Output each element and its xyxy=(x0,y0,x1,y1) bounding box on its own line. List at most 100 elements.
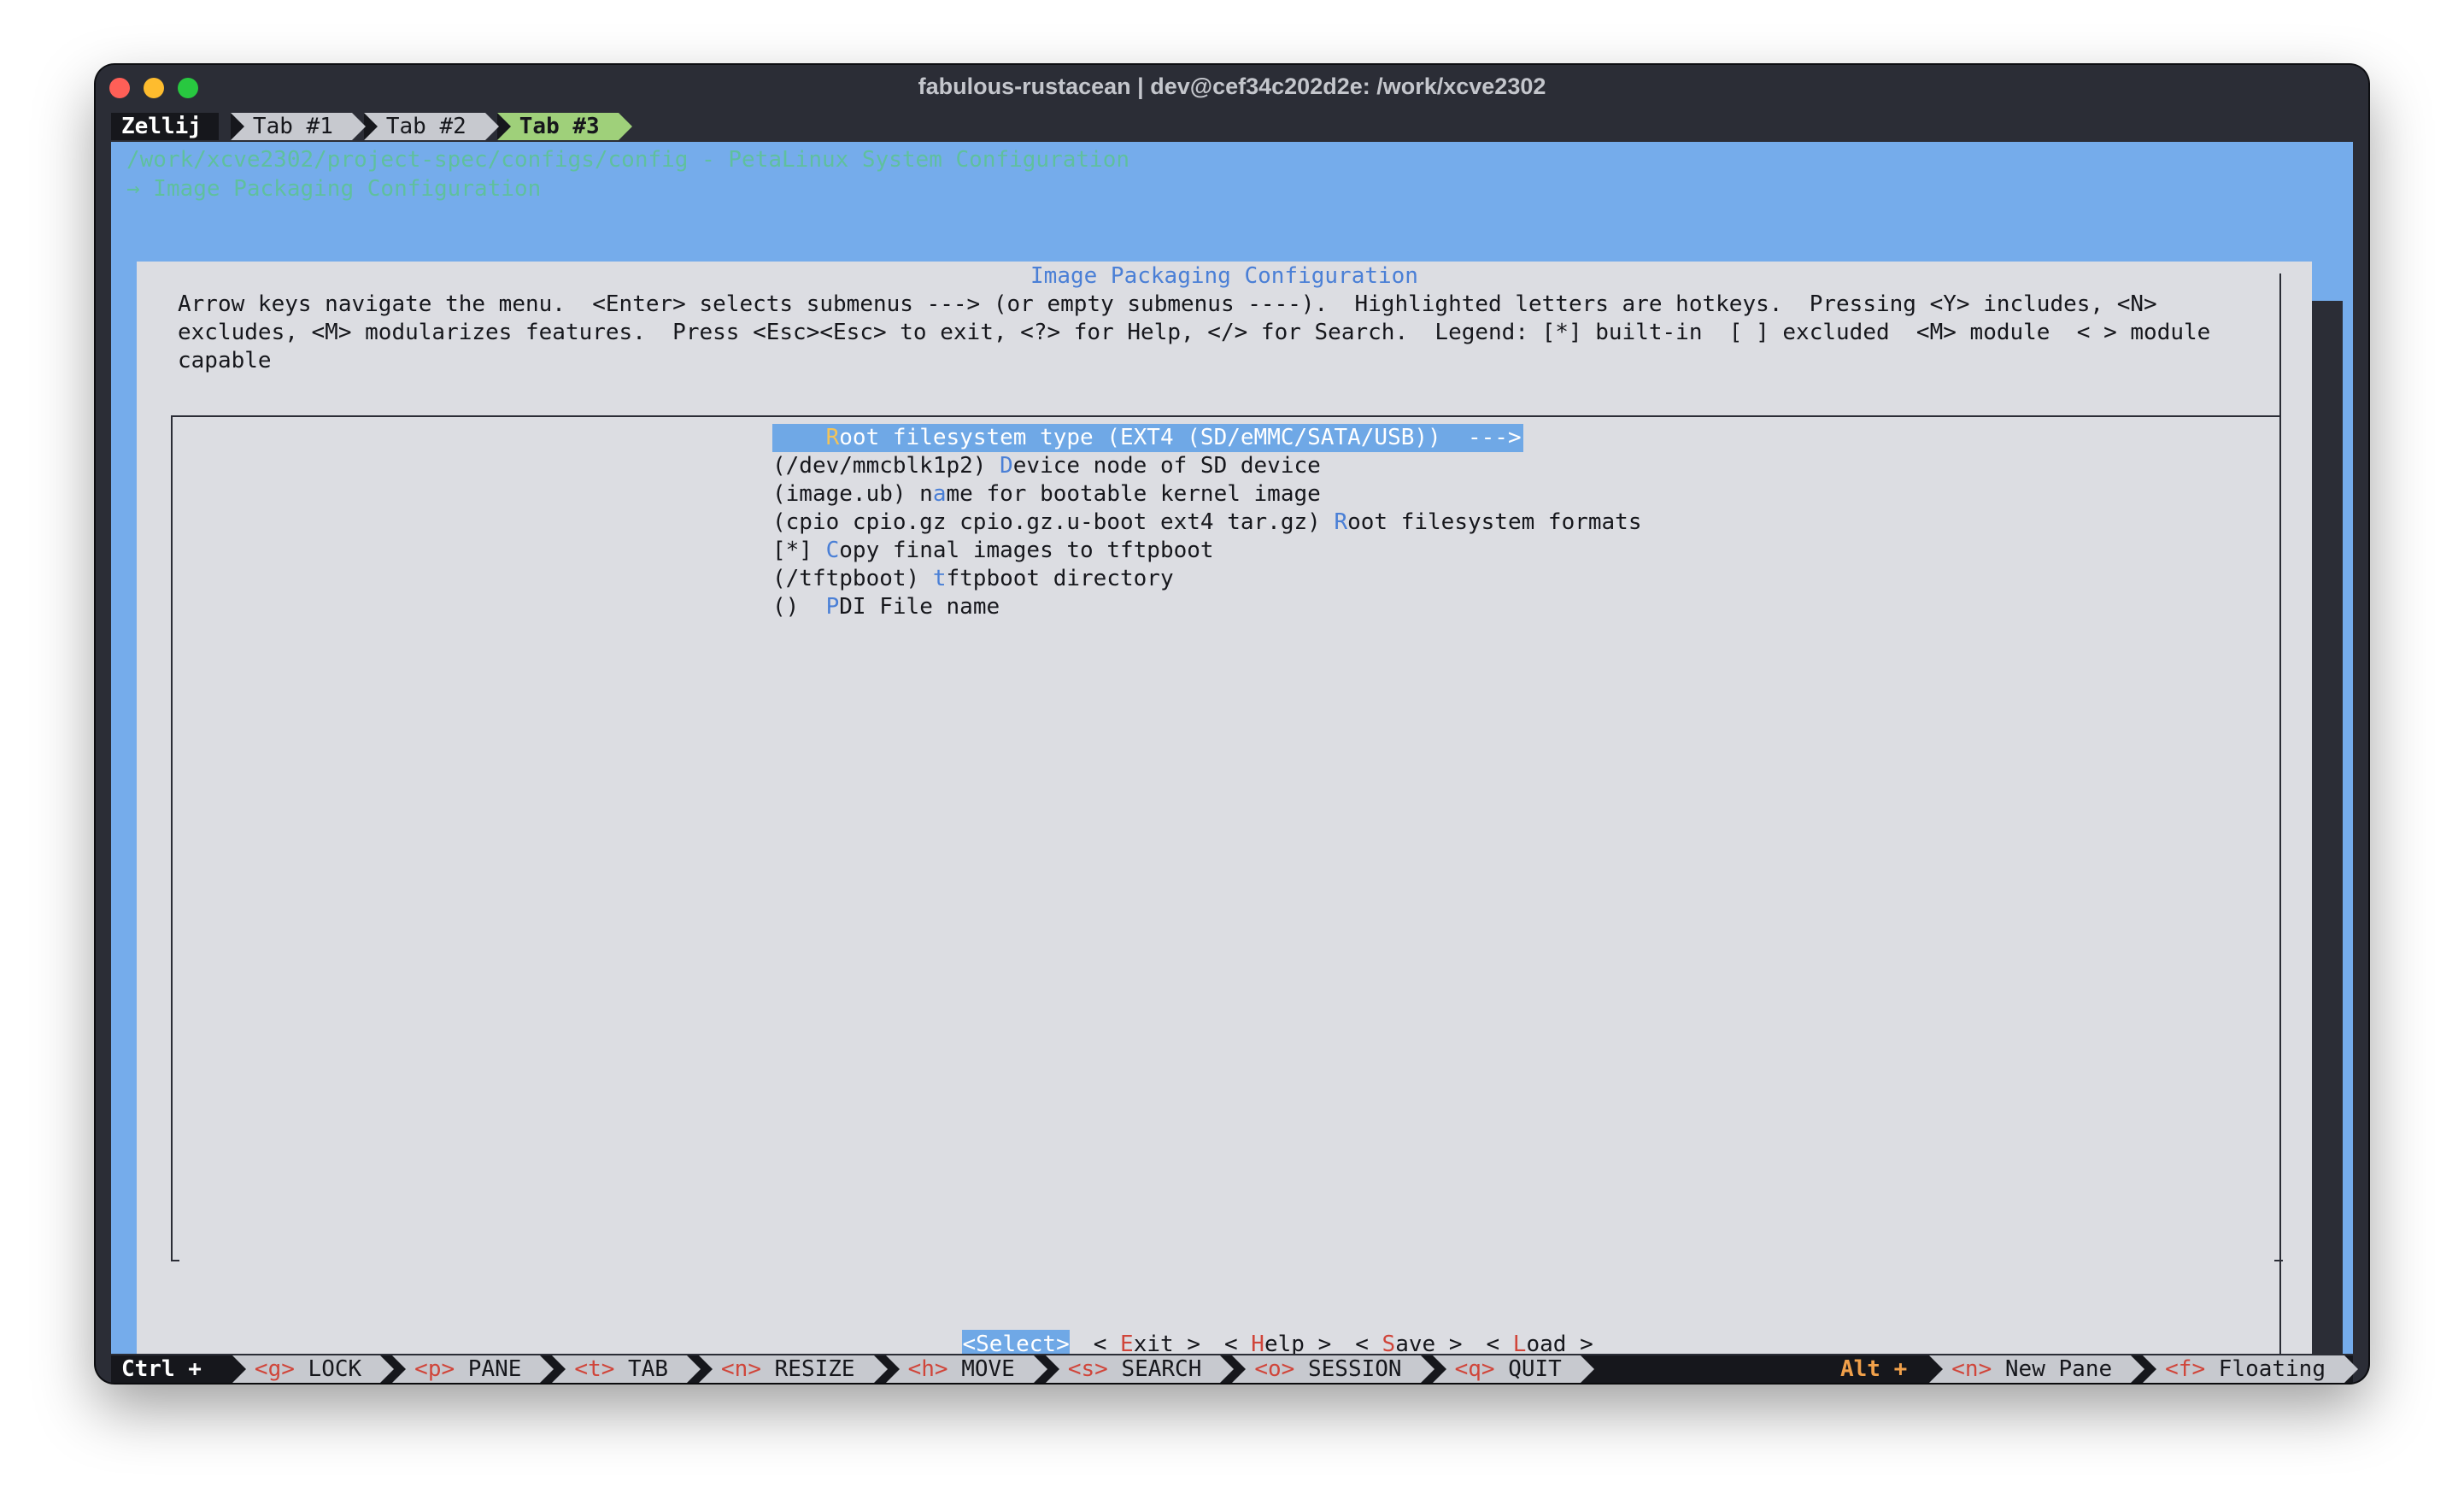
status-key-lock[interactable]: <g> LOCK xyxy=(232,1355,395,1383)
button-hotkey: S xyxy=(976,1332,989,1354)
button-label: elect xyxy=(989,1332,1057,1354)
item-hotkey: C xyxy=(825,538,840,563)
item-hotkey: R xyxy=(825,425,840,450)
status-key-label: QUIT xyxy=(1508,1356,1562,1382)
terminal-pane[interactable]: /work/xcve2302/project-spec/configs/conf… xyxy=(111,142,2353,1354)
button-bracket: > xyxy=(1566,1332,1593,1354)
button-bracket: < xyxy=(1223,1332,1252,1354)
title-bar: fabulous-rustacean | dev@cef34c202d2e: /… xyxy=(96,65,2368,109)
status-key-hotkey: <t> xyxy=(574,1356,615,1382)
breadcrumb-submenu: → Image Packaging Configuration xyxy=(126,176,542,202)
menuconfig-dialog: Image Packaging Configuration Arrow keys… xyxy=(137,262,2312,1354)
item-prefix: () xyxy=(772,594,826,620)
item-label: oot filesystem type (EXT4 (SD/eMMC/SATA/… xyxy=(839,425,1522,450)
status-key-quit[interactable]: <q> QUIT xyxy=(1432,1355,1595,1383)
item-hotkey: t xyxy=(932,566,947,591)
window-title: fabulous-rustacean | dev@cef34c202d2e: /… xyxy=(918,73,1546,99)
tab-3[interactable]: Tab #3 xyxy=(496,113,632,140)
button-bracket: < xyxy=(962,1332,977,1354)
status-key-floating[interactable]: <f> Floating xyxy=(2143,1355,2358,1383)
breadcrumb-path: /work/xcve2302/project-spec/configs/conf… xyxy=(126,147,1129,173)
status-key-pane[interactable]: <p> PANE xyxy=(392,1355,554,1383)
select-button[interactable]: <Select> xyxy=(962,1330,1070,1354)
item-hotkey: D xyxy=(1000,453,1013,479)
alt-mode-label: Alt + xyxy=(1830,1355,1918,1383)
status-key-hotkey: <p> xyxy=(414,1356,455,1382)
item-prefix: [*] xyxy=(772,538,826,563)
dialog-buttons: <Select> < Exit > < Help > < Save > < Load > xyxy=(137,1301,2312,1354)
load-button[interactable]: < Load > xyxy=(1486,1330,1593,1354)
menu-item-kernel-image-name[interactable]: (image.ub) name for bootable kernel imag… xyxy=(772,480,1641,509)
help-text: Arrow keys navigate the menu. <Enter> se… xyxy=(178,291,2211,373)
exit-button[interactable]: < Exit > xyxy=(1094,1330,1200,1354)
status-key-label: LOCK xyxy=(308,1356,362,1382)
status-key-session[interactable]: <o> SESSION xyxy=(1232,1355,1434,1383)
menu-box-corner-right xyxy=(2274,1260,2283,1261)
menu-list-box: Root filesystem type (EXT4 (SD/eMMC/SATA… xyxy=(171,415,2283,1261)
menu-item-pdi-file-name[interactable]: () PDI File name xyxy=(772,593,1641,621)
status-key-label: SEARCH xyxy=(1121,1356,1202,1382)
menu-box-corner-left xyxy=(171,1260,179,1261)
button-label: xit xyxy=(1133,1332,1174,1354)
item-prefix xyxy=(772,425,826,450)
status-key-label: Floating xyxy=(2218,1356,2326,1382)
menu-item-sd-device-node[interactable]: (/dev/mmcblk1p2) Device node of SD devic… xyxy=(772,452,1641,480)
dialog-title: Image Packaging Configuration xyxy=(1030,263,1418,289)
status-key-tab[interactable]: <t> TAB xyxy=(552,1355,701,1383)
button-hotkey: E xyxy=(1120,1332,1134,1354)
status-key-search[interactable]: <s> SEARCH xyxy=(1045,1355,1234,1383)
status-key-resize[interactable]: <n> RESIZE xyxy=(699,1355,888,1383)
zellij-tab-bar: Zellij Tab #1 Tab #2 Tab #3 xyxy=(111,113,632,140)
status-key-move[interactable]: <h> MOVE xyxy=(885,1355,1048,1383)
ctrl-mode-label: Ctrl + xyxy=(111,1355,220,1383)
button-label: oad xyxy=(1526,1332,1567,1354)
status-key-label: RESIZE xyxy=(774,1356,855,1382)
item-label: opy final images to tftpboot xyxy=(839,538,1214,563)
status-key-label: New Pane xyxy=(2004,1356,2113,1382)
menu-item-root-filesystem-formats[interactable]: (cpio cpio.gz cpio.gz.u-boot ext4 tar.gz… xyxy=(772,509,1641,537)
help-button[interactable]: < Help > xyxy=(1224,1330,1331,1354)
item-prefix: (cpio cpio.gz cpio.gz.u-boot ext4 tar.gz… xyxy=(772,509,1335,535)
button-bracket: > xyxy=(1056,1332,1070,1354)
zellij-status-bar: Ctrl + <g> LOCK <p> PANE <t> TAB <n> RES… xyxy=(111,1355,2358,1383)
menu-item-copy-to-tftpboot[interactable]: [*] Copy final images to tftpboot xyxy=(772,537,1641,565)
status-key-hotkey: <f> xyxy=(2165,1356,2206,1382)
item-hotkey: P xyxy=(825,594,840,620)
status-key-label: SESSION xyxy=(1307,1356,1402,1382)
tab-1[interactable]: Tab #1 xyxy=(230,113,366,140)
menu-item-root-filesystem-type[interactable]: Root filesystem type (EXT4 (SD/eMMC/SATA… xyxy=(772,424,1523,452)
button-bracket: > xyxy=(1173,1332,1200,1354)
status-key-hotkey: <q> xyxy=(1454,1356,1495,1382)
item-label: evice node of SD device xyxy=(1012,453,1321,479)
item-prefix: (/tftpboot) xyxy=(772,566,933,591)
status-key-label: PANE xyxy=(467,1356,522,1382)
status-key-hotkey: <s> xyxy=(1067,1356,1108,1382)
status-key-hotkey: <h> xyxy=(907,1356,948,1382)
status-key-label: TAB xyxy=(628,1356,669,1382)
button-label: elp xyxy=(1264,1332,1305,1354)
status-key-label: MOVE xyxy=(961,1356,1015,1382)
status-key-hotkey: <n> xyxy=(1951,1356,1992,1382)
item-label: oot filesystem formats xyxy=(1347,509,1642,535)
item-hotkey: R xyxy=(1334,509,1348,535)
item-hotkey: a xyxy=(932,481,947,507)
button-hotkey: L xyxy=(1512,1332,1527,1354)
button-bracket: > xyxy=(1304,1332,1332,1354)
status-key-hotkey: <o> xyxy=(1254,1356,1295,1382)
zellij-label: Zellij xyxy=(111,113,219,140)
save-button[interactable]: < Save > xyxy=(1355,1330,1462,1354)
menu-item-tftpboot-directory[interactable]: (/tftpboot) tftpboot directory xyxy=(772,565,1641,593)
status-key-hotkey: <g> xyxy=(254,1356,295,1382)
button-hotkey: S xyxy=(1382,1332,1396,1354)
button-bracket: > xyxy=(1435,1332,1463,1354)
status-key-new-pane[interactable]: <n> New Pane xyxy=(1929,1355,2144,1383)
tab-2[interactable]: Tab #2 xyxy=(363,113,499,140)
item-prefix: (/dev/mmcblk1p2) xyxy=(772,453,1000,479)
button-bracket: < xyxy=(1093,1332,1121,1354)
status-key-hotkey: <n> xyxy=(721,1356,761,1382)
item-label: ftpboot directory xyxy=(946,566,1174,591)
button-hotkey: H xyxy=(1251,1332,1264,1354)
item-prefix: (image.ub) n xyxy=(772,481,933,507)
button-label: ave xyxy=(1395,1332,1436,1354)
menu-items: Root filesystem type (EXT4 (SD/eMMC/SATA… xyxy=(772,424,1641,621)
